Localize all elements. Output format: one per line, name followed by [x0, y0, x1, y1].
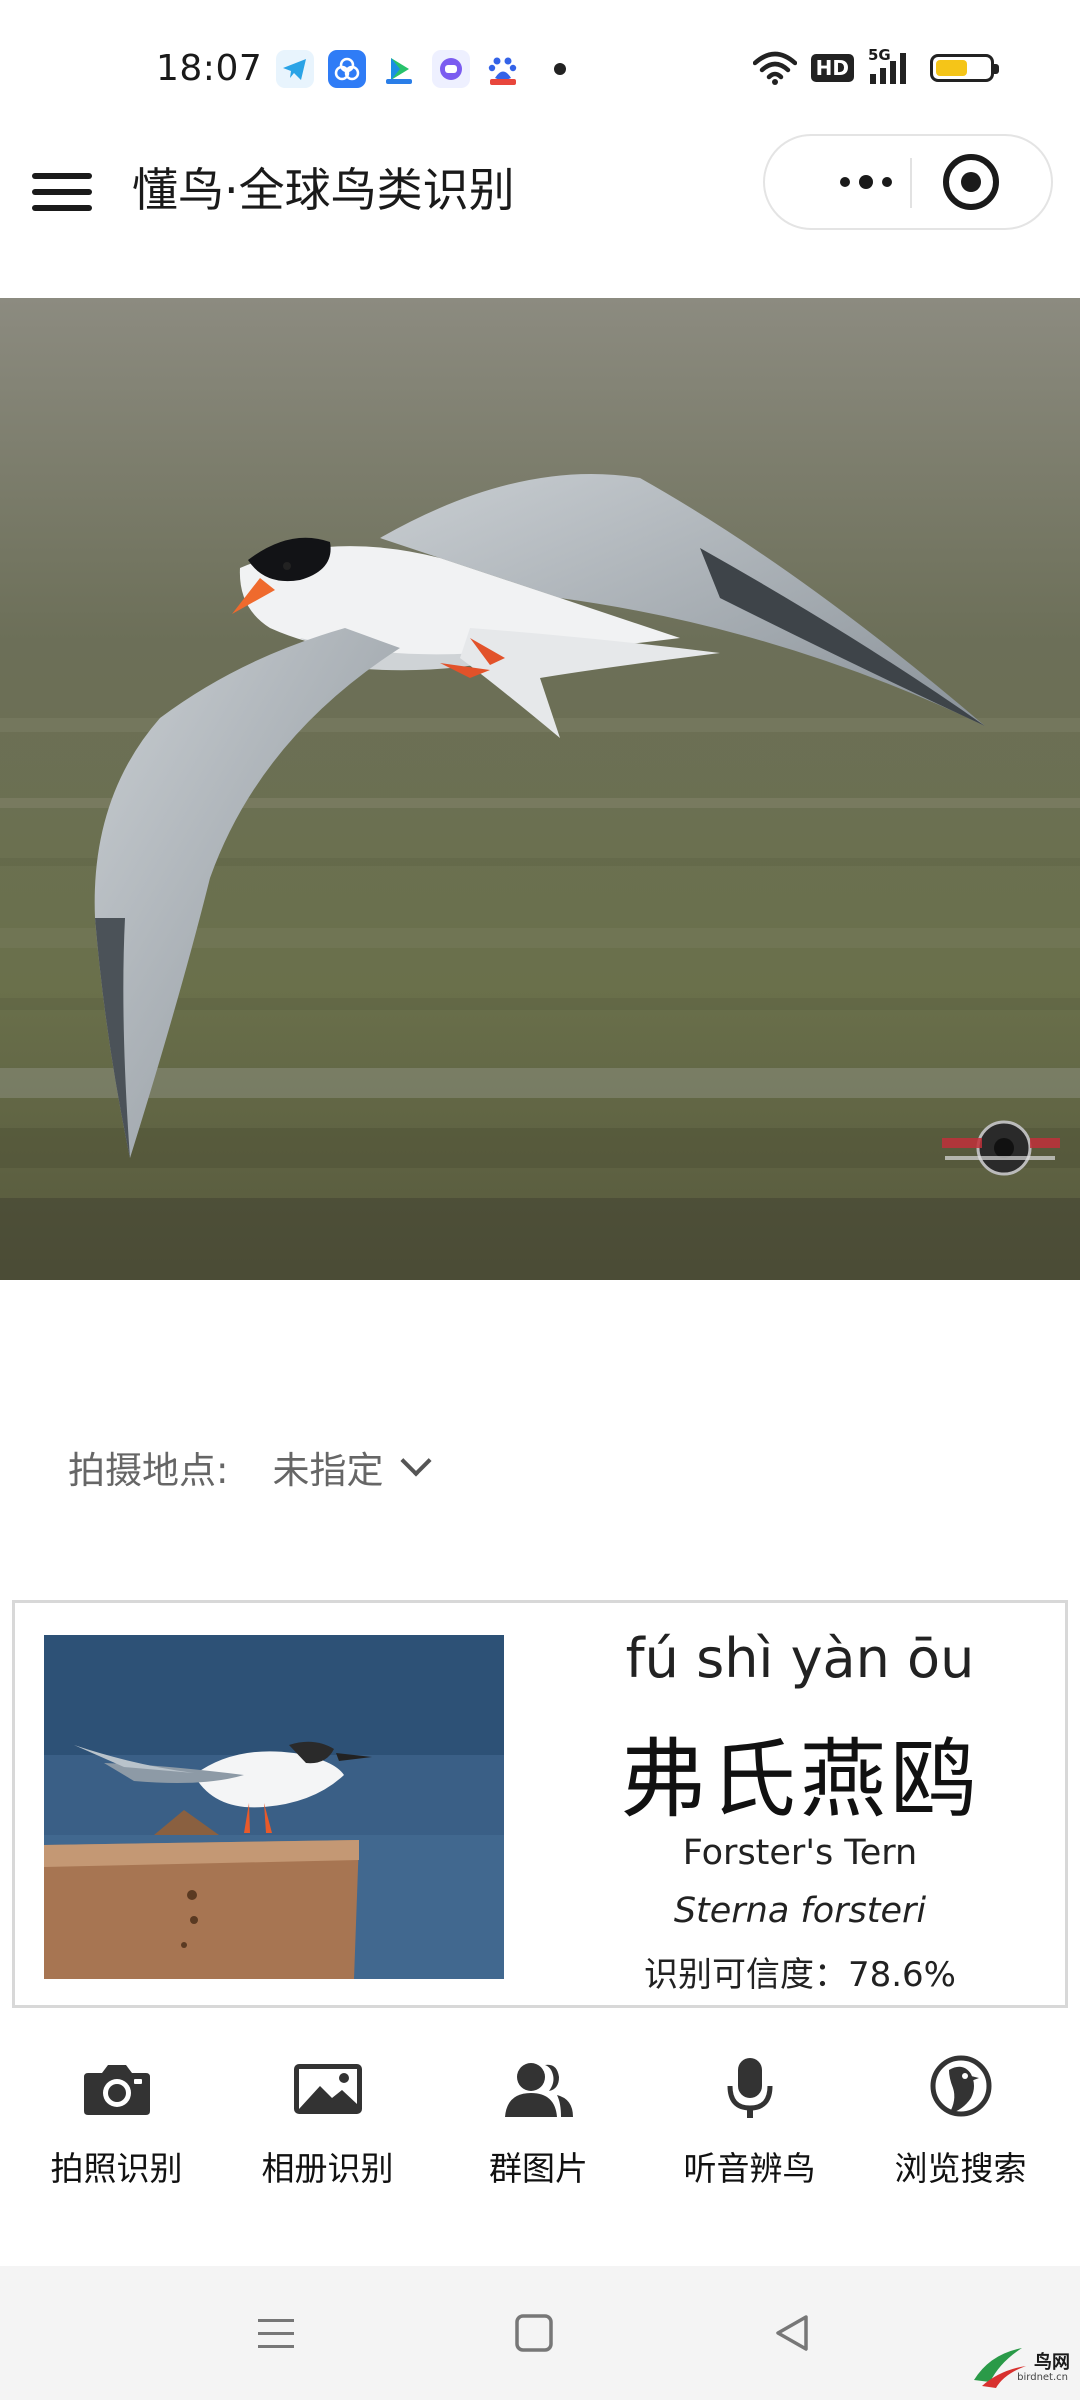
menu-nav-icon[interactable]	[216, 2266, 336, 2400]
battery-icon	[930, 54, 999, 82]
signal-icon: 5G	[868, 46, 916, 86]
wifi-icon	[752, 51, 797, 85]
back-nav-icon[interactable]	[732, 2266, 852, 2400]
baidu-app-icon	[484, 50, 522, 88]
english-name: Forster's Tern	[682, 1833, 918, 1873]
message-app-icon	[432, 50, 470, 88]
close-target-icon[interactable]	[943, 154, 999, 210]
video-app-icon	[380, 50, 418, 88]
page-title: 懂鸟·全球鸟类识别	[132, 163, 515, 217]
circle-app-icon	[328, 50, 366, 88]
notification-icons	[276, 50, 566, 88]
system-indicators: HD 5G	[752, 46, 999, 86]
site-watermark: 鸟网 birdnet.cn	[970, 2334, 1074, 2394]
system-navigation-bar: 鸟网 birdnet.cn	[0, 2266, 1080, 2400]
status-bar: 18:07 HD 5G	[0, 0, 1080, 140]
bird-search-icon	[855, 2050, 1066, 2128]
capsule-divider	[910, 158, 912, 208]
location-label: 拍摄地点:	[68, 1449, 229, 1492]
camera-icon	[11, 2050, 222, 2128]
identification-result-card[interactable]: fú shì yàn ōu 弗氏燕鸥 Forster's Tern Sterna…	[12, 1600, 1068, 2008]
location-selector[interactable]: 拍摄地点: 未指定	[68, 1440, 433, 1494]
mini-program-header: 懂鸟·全球鸟类识别	[0, 134, 1080, 290]
telegram-icon	[276, 50, 314, 88]
result-thumbnail[interactable]	[44, 1635, 504, 1979]
action-sound-button[interactable]: 听音辨鸟	[644, 2050, 855, 2210]
location-value[interactable]: 未指定	[272, 1440, 383, 1494]
action-browse-button[interactable]: 浏览搜索	[855, 2050, 1066, 2210]
confidence-score: 识别可信度：78.6%	[643, 1955, 956, 1995]
scientific-name: Sterna forsteri	[673, 1891, 927, 1931]
action-bar: 拍照识别 相册识别 群图片 听音辨鸟 浏览搜索	[0, 2050, 1080, 2210]
action-camera-button[interactable]: 拍照识别	[11, 2050, 222, 2210]
home-nav-icon[interactable]	[474, 2266, 594, 2400]
capsule-menu	[763, 134, 1053, 230]
chevron-down-icon[interactable]	[400, 1445, 433, 1477]
group-icon	[433, 2050, 644, 2128]
status-time: 18:07	[156, 48, 263, 89]
bird-photo[interactable]	[0, 298, 1080, 1280]
battery-level	[936, 60, 968, 76]
action-group-button[interactable]: 群图片	[433, 2050, 644, 2210]
hamburger-icon[interactable]	[32, 162, 92, 222]
image-icon	[222, 2050, 433, 2128]
hd-badge: HD	[810, 54, 854, 82]
action-album-button[interactable]: 相册识别	[222, 2050, 433, 2210]
pinyin-name: fú shì yàn ōu	[625, 1627, 975, 1690]
chinese-name: 弗氏燕鸥	[620, 1730, 980, 1830]
microphone-icon	[644, 2050, 855, 2128]
more-notifications-dot	[554, 63, 566, 75]
